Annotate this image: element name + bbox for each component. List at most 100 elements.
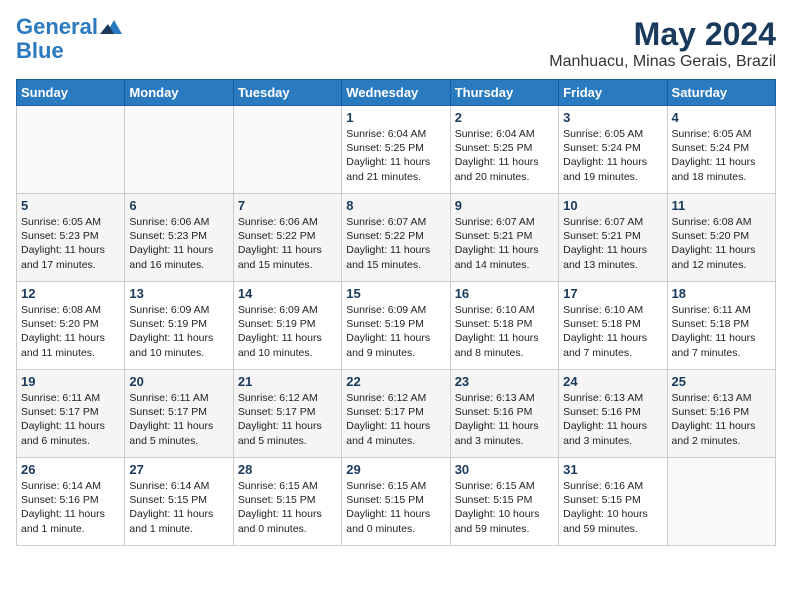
day-number: 22 [346,374,445,389]
cell-info: Sunrise: 6:05 AM [563,127,662,141]
calendar-week-5: 26Sunrise: 6:14 AMSunset: 5:16 PMDayligh… [17,458,776,546]
day-number: 31 [563,462,662,477]
calendar-week-4: 19Sunrise: 6:11 AMSunset: 5:17 PMDayligh… [17,370,776,458]
cell-info: Sunset: 5:23 PM [21,229,120,243]
day-number: 11 [672,198,771,213]
cell-info: Daylight: 11 hours and 8 minutes. [455,331,554,359]
day-number: 19 [21,374,120,389]
title-area: May 2024 Manhuacu, Minas Gerais, Brazil [549,16,776,71]
day-number: 3 [563,110,662,125]
calendar-cell: 15Sunrise: 6:09 AMSunset: 5:19 PMDayligh… [342,282,450,370]
calendar-week-3: 12Sunrise: 6:08 AMSunset: 5:20 PMDayligh… [17,282,776,370]
calendar-cell: 30Sunrise: 6:15 AMSunset: 5:15 PMDayligh… [450,458,558,546]
cell-info: Daylight: 11 hours and 2 minutes. [672,419,771,447]
calendar-subtitle: Manhuacu, Minas Gerais, Brazil [549,53,776,71]
day-number: 4 [672,110,771,125]
day-number: 16 [455,286,554,301]
calendar-table: SundayMondayTuesdayWednesdayThursdayFrid… [16,79,776,546]
calendar-cell: 16Sunrise: 6:10 AMSunset: 5:18 PMDayligh… [450,282,558,370]
cell-info: Sunrise: 6:04 AM [346,127,445,141]
calendar-cell [17,106,125,194]
cell-info: Daylight: 11 hours and 16 minutes. [129,243,228,271]
day-number: 30 [455,462,554,477]
cell-info: Sunset: 5:20 PM [672,229,771,243]
cell-info: Sunset: 5:19 PM [238,317,337,331]
cell-info: Sunset: 5:16 PM [563,405,662,419]
cell-info: Daylight: 11 hours and 15 minutes. [346,243,445,271]
cell-info: Daylight: 11 hours and 13 minutes. [563,243,662,271]
cell-info: Sunrise: 6:13 AM [672,391,771,405]
cell-info: Sunrise: 6:14 AM [21,479,120,493]
day-number: 18 [672,286,771,301]
calendar-cell: 4Sunrise: 6:05 AMSunset: 5:24 PMDaylight… [667,106,775,194]
cell-info: Daylight: 11 hours and 3 minutes. [563,419,662,447]
day-number: 27 [129,462,228,477]
calendar-title: May 2024 [549,16,776,53]
day-header-monday: Monday [125,80,233,106]
calendar-cell: 17Sunrise: 6:10 AMSunset: 5:18 PMDayligh… [559,282,667,370]
cell-info: Sunrise: 6:11 AM [672,303,771,317]
cell-info: Sunset: 5:15 PM [129,493,228,507]
cell-info: Sunrise: 6:09 AM [346,303,445,317]
cell-info: Daylight: 11 hours and 0 minutes. [238,507,337,535]
cell-info: Sunset: 5:16 PM [672,405,771,419]
calendar-cell: 1Sunrise: 6:04 AMSunset: 5:25 PMDaylight… [342,106,450,194]
cell-info: Sunset: 5:24 PM [563,141,662,155]
cell-info: Sunrise: 6:16 AM [563,479,662,493]
calendar-week-1: 1Sunrise: 6:04 AMSunset: 5:25 PMDaylight… [17,106,776,194]
cell-info: Sunrise: 6:05 AM [21,215,120,229]
cell-info: Daylight: 11 hours and 17 minutes. [21,243,120,271]
cell-info: Sunset: 5:23 PM [129,229,228,243]
cell-info: Sunrise: 6:15 AM [238,479,337,493]
cell-info: Sunset: 5:22 PM [238,229,337,243]
calendar-cell [233,106,341,194]
cell-info: Daylight: 11 hours and 21 minutes. [346,155,445,183]
cell-info: Sunrise: 6:10 AM [563,303,662,317]
page-header: General Blue May 2024 Manhuacu, Minas Ge… [16,16,776,71]
cell-info: Sunset: 5:17 PM [346,405,445,419]
day-number: 8 [346,198,445,213]
cell-info: Sunset: 5:19 PM [129,317,228,331]
cell-info: Daylight: 11 hours and 0 minutes. [346,507,445,535]
logo: General Blue [16,16,122,64]
day-header-thursday: Thursday [450,80,558,106]
calendar-cell: 29Sunrise: 6:15 AMSunset: 5:15 PMDayligh… [342,458,450,546]
cell-info: Sunset: 5:21 PM [455,229,554,243]
day-number: 1 [346,110,445,125]
cell-info: Sunrise: 6:08 AM [21,303,120,317]
logo-icon [100,16,122,38]
day-header-tuesday: Tuesday [233,80,341,106]
cell-info: Sunrise: 6:12 AM [346,391,445,405]
day-number: 15 [346,286,445,301]
cell-info: Daylight: 11 hours and 10 minutes. [238,331,337,359]
calendar-cell: 13Sunrise: 6:09 AMSunset: 5:19 PMDayligh… [125,282,233,370]
cell-info: Sunrise: 6:12 AM [238,391,337,405]
cell-info: Sunset: 5:15 PM [563,493,662,507]
calendar-cell: 31 Sunrise: 6:16 AMSunset: 5:15 PMDayligh… [559,458,667,546]
day-number: 7 [238,198,337,213]
calendar-cell: 28Sunrise: 6:15 AMSunset: 5:15 PMDayligh… [233,458,341,546]
cell-info: Sunset: 5:20 PM [21,317,120,331]
cell-info: Sunset: 5:18 PM [455,317,554,331]
cell-info: Daylight: 11 hours and 10 minutes. [129,331,228,359]
cell-info: Daylight: 11 hours and 20 minutes. [455,155,554,183]
day-header-saturday: Saturday [667,80,775,106]
day-number: 25 [672,374,771,389]
cell-info: Sunset: 5:15 PM [455,493,554,507]
cell-info: Sunrise: 6:07 AM [563,215,662,229]
day-header-wednesday: Wednesday [342,80,450,106]
cell-info: Sunset: 5:16 PM [455,405,554,419]
cell-info: Daylight: 10 hours and 59 minutes. [455,507,554,535]
cell-info: Daylight: 11 hours and 7 minutes. [672,331,771,359]
calendar-cell: 3Sunrise: 6:05 AMSunset: 5:24 PMDaylight… [559,106,667,194]
calendar-cell: 12Sunrise: 6:08 AMSunset: 5:20 PMDayligh… [17,282,125,370]
calendar-cell: 9Sunrise: 6:07 AMSunset: 5:21 PMDaylight… [450,194,558,282]
cell-info: Daylight: 11 hours and 5 minutes. [238,419,337,447]
calendar-cell: 10Sunrise: 6:07 AMSunset: 5:21 PMDayligh… [559,194,667,282]
cell-info: Daylight: 11 hours and 12 minutes. [672,243,771,271]
cell-info: Daylight: 11 hours and 11 minutes. [21,331,120,359]
day-number: 29 [346,462,445,477]
day-number: 2 [455,110,554,125]
calendar-cell: 14Sunrise: 6:09 AMSunset: 5:19 PMDayligh… [233,282,341,370]
cell-info: Daylight: 10 hours and 59 minutes. [563,507,662,535]
